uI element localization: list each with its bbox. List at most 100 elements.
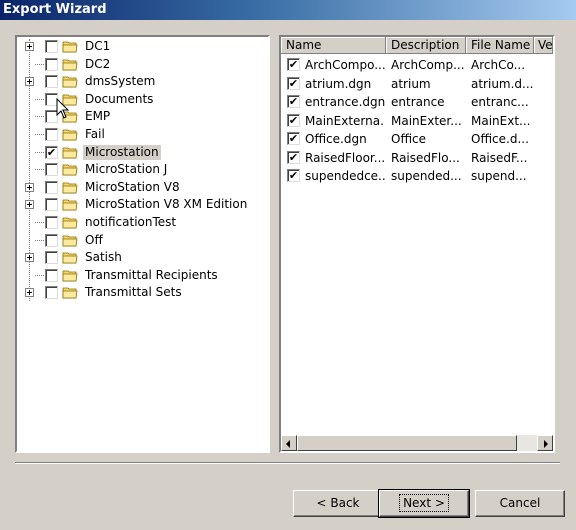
- tree-item[interactable]: ✔ Microstation: [17, 144, 267, 161]
- folder-icon: [62, 270, 78, 282]
- folder-icon: [62, 129, 78, 141]
- tree-item[interactable]: DC1: [17, 38, 267, 55]
- cell-description: MainExter...: [391, 113, 462, 128]
- tree-item-label: DC2: [85, 56, 111, 71]
- column-header-description[interactable]: Description: [386, 37, 466, 54]
- tree-connector: [35, 151, 44, 153]
- folder-tree[interactable]: DC1 DC2 dmsSystem Documents EMP Fail ✔ Microsta…: [15, 35, 270, 453]
- tree-item-checkbox[interactable]: [45, 216, 58, 229]
- tree-item-label: DC1: [85, 39, 111, 53]
- tree-connector: [35, 134, 44, 135]
- list-row-checkbox[interactable]: ✔: [287, 132, 300, 145]
- list-row-checkbox[interactable]: ✔: [287, 58, 300, 71]
- folder-icon: [62, 147, 78, 158]
- expand-plus-icon[interactable]: [25, 253, 34, 263]
- list-row[interactable]: ✔ ArchCompo... ArchComp... ArchCo...: [281, 56, 553, 74]
- tree-item-checkbox[interactable]: [45, 163, 58, 177]
- list-row[interactable]: ✔ Office.dgn Office Office.d...: [281, 130, 553, 148]
- list-row[interactable]: ✔ entrance.dgn entrance entranc...: [281, 93, 553, 111]
- back-button[interactable]: < Back: [293, 490, 383, 517]
- column-header-file-name[interactable]: File Name: [466, 37, 534, 54]
- tree-item-label: Documents: [85, 91, 154, 106]
- scroll-right-button[interactable]: [537, 435, 553, 451]
- tree-item[interactable]: dmsSystem: [17, 73, 267, 90]
- cell-name: atrium.dgn: [305, 76, 372, 91]
- list-row-checkbox[interactable]: ✔: [287, 150, 300, 164]
- expand-plus-icon[interactable]: [25, 200, 34, 210]
- scrollbar-thumb[interactable]: [297, 435, 517, 451]
- cell-name: entrance.dgn: [305, 95, 385, 109]
- tree-item[interactable]: Transmittal Recipients: [17, 267, 267, 284]
- folder-icon: [62, 41, 78, 53]
- tree-item-label: MicroStation V8: [85, 179, 180, 194]
- tree-item-checkbox[interactable]: [45, 40, 58, 53]
- folder-icon: [62, 164, 78, 176]
- list-row-checkbox[interactable]: ✔: [287, 76, 300, 90]
- cancel-button[interactable]: Cancel: [475, 490, 565, 517]
- tree-item[interactable]: DC2: [17, 56, 267, 73]
- cell-description: supended...: [391, 169, 462, 183]
- mouse-cursor-icon: [56, 98, 70, 119]
- scroll-left-button[interactable]: [281, 435, 297, 451]
- arrow-right-icon: [544, 440, 548, 448]
- horizontal-scrollbar[interactable]: [281, 435, 553, 451]
- expand-plus-icon[interactable]: [25, 77, 34, 87]
- tree-item-checkbox[interactable]: [45, 75, 58, 89]
- back-button-label: < Back: [316, 496, 360, 510]
- list-row-checkbox[interactable]: ✔: [287, 95, 300, 108]
- list-row[interactable]: ✔ RaisedFloor... RaisedFlo... RaisedF...: [281, 149, 553, 167]
- tree-item[interactable]: Fail: [17, 126, 267, 143]
- tree-item-checkbox[interactable]: [45, 233, 58, 247]
- tree-item-label: Fail: [85, 127, 105, 141]
- tree-item-checkbox[interactable]: [45, 251, 58, 265]
- tree-item[interactable]: Off: [17, 232, 267, 249]
- list-row[interactable]: ✔ MainExterna... MainExter... MainExt...: [281, 112, 553, 130]
- tree-item[interactable]: MicroStation V8 XM Edition: [17, 196, 267, 213]
- tree-item[interactable]: MicroStation V8: [17, 179, 267, 196]
- folder-icon: [62, 182, 78, 194]
- tree-item[interactable]: MicroStation J: [17, 161, 267, 178]
- tree-item-checkbox[interactable]: [45, 57, 58, 71]
- list-row-checkbox[interactable]: ✔: [287, 169, 300, 182]
- tree-item-checkbox[interactable]: [45, 268, 58, 282]
- tree-item-label: Off: [85, 232, 103, 247]
- tree-item[interactable]: EMP: [17, 108, 267, 125]
- tree-item[interactable]: Satish: [17, 249, 267, 266]
- column-header-version[interactable]: Ve: [534, 37, 553, 54]
- folder-icon: [62, 76, 78, 88]
- expand-plus-icon[interactable]: [25, 42, 34, 51]
- list-row[interactable]: ✔ supendedce... supended... supend...: [281, 167, 553, 185]
- column-header-name[interactable]: Name: [281, 37, 386, 54]
- tree-item-checkbox[interactable]: [45, 286, 58, 300]
- list-row-checkbox[interactable]: ✔: [287, 113, 300, 127]
- cell-name: RaisedFloor...: [305, 150, 385, 165]
- cell-file-name: supend...: [471, 169, 527, 183]
- cancel-button-label: Cancel: [499, 496, 541, 510]
- cell-description: ArchComp...: [391, 58, 465, 72]
- document-list[interactable]: Name Description File Name Ve ✔ ArchCompo…: [279, 35, 555, 453]
- tree-item-label: Satish: [85, 250, 122, 265]
- tree-item-checkbox[interactable]: ✔: [45, 145, 58, 159]
- expand-plus-icon[interactable]: [25, 288, 34, 298]
- tree-item[interactable]: Transmittal Sets: [17, 284, 267, 301]
- tree-item[interactable]: notificationTest: [17, 214, 267, 231]
- tree-item-checkbox[interactable]: [45, 180, 58, 194]
- cell-name: MainExterna...: [305, 113, 385, 128]
- cell-file-name: entranc...: [471, 95, 529, 109]
- tree-item-checkbox[interactable]: [45, 128, 58, 141]
- tree-item[interactable]: Documents: [17, 91, 267, 108]
- cell-file-name: atrium.d...: [471, 76, 533, 91]
- tree-item-label: MicroStation J: [85, 162, 168, 177]
- tree-item-label: Transmittal Sets: [85, 285, 182, 300]
- expand-plus-icon[interactable]: [25, 182, 34, 192]
- list-row[interactable]: ✔ atrium.dgn atrium atrium.d...: [281, 75, 553, 93]
- tree-item-checkbox[interactable]: [45, 198, 58, 212]
- folder-icon: [62, 217, 78, 229]
- cell-description: atrium: [391, 76, 431, 91]
- next-button-label: Next >: [399, 494, 449, 512]
- cell-name: supendedce...: [305, 169, 385, 183]
- cell-file-name: MainExt...: [471, 113, 531, 128]
- tree-item-label: Transmittal Recipients: [85, 267, 218, 282]
- folder-icon: [62, 252, 78, 264]
- next-button[interactable]: Next >: [378, 489, 470, 518]
